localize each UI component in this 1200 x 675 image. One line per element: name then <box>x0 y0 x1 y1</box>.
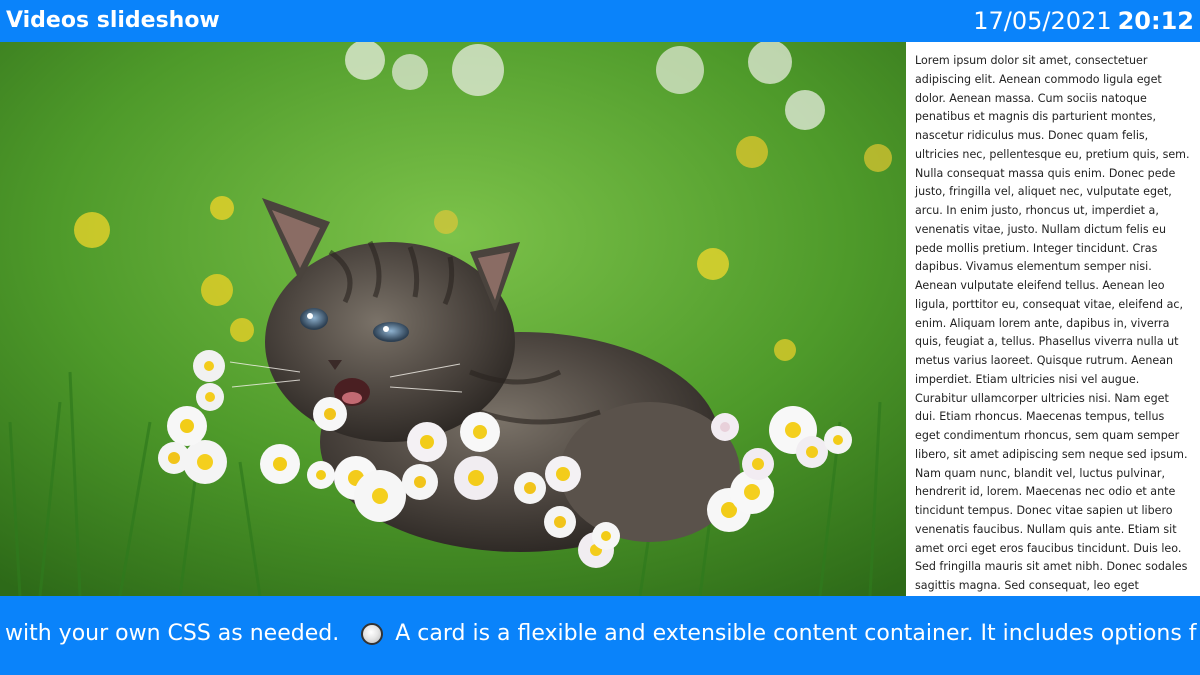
description-panel: Lorem ipsum dolor sit amet, consectetuer… <box>906 42 1200 596</box>
circle-bullet-icon <box>361 623 384 645</box>
news-ticker: with your own CSS as needed. A card is a… <box>0 596 1200 675</box>
time-label: 20:12 <box>1117 7 1194 35</box>
date-label: 17/05/2021 <box>973 7 1112 35</box>
datetime-display: 17/05/2021 20:12 <box>973 6 1194 36</box>
kitten-photo-icon <box>0 42 906 596</box>
ticker-text-before: with your own CSS as needed. <box>5 621 340 646</box>
description-text: Lorem ipsum dolor sit amet, consectetuer… <box>915 54 1190 592</box>
ticker-content: with your own CSS as needed. A card is a… <box>5 620 1197 648</box>
slideshow-image <box>0 42 906 596</box>
page-title: Videos slideshow <box>6 8 220 33</box>
header-bar: Videos slideshow 17/05/2021 20:12 <box>0 0 1200 42</box>
ticker-text-after: A card is a flexible and extensible cont… <box>395 621 1197 646</box>
